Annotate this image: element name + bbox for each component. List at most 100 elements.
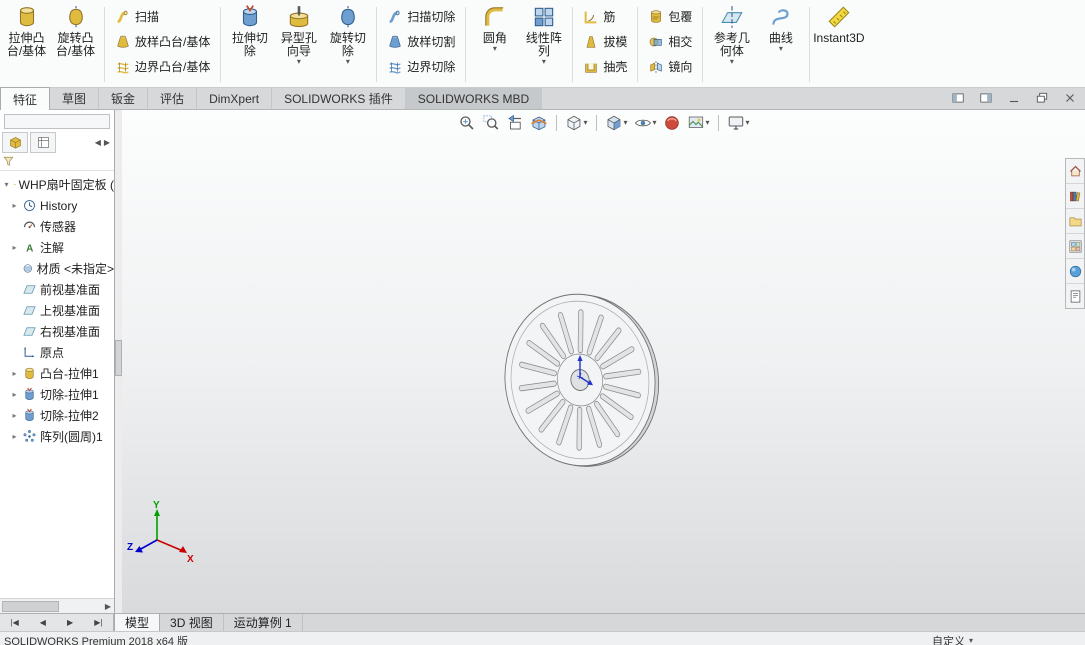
ribbon-button-loft-cut[interactable]: 放样切割 bbox=[385, 30, 457, 53]
document-tab-model[interactable]: 模型 bbox=[114, 614, 161, 631]
fan-plate-model[interactable] bbox=[465, 265, 695, 495]
dropdown-caret-icon[interactable]: ▾ bbox=[730, 58, 734, 66]
ribbon-button-sweep[interactable]: 扫描 bbox=[113, 5, 212, 28]
tab-mbd[interactable]: SOLIDWORKS MBD bbox=[405, 88, 543, 109]
tree-item-front-plane[interactable]: 前视基准面 bbox=[0, 279, 114, 300]
ribbon-button-fillet[interactable]: 圆角 ▾ bbox=[470, 2, 519, 87]
expander-icon[interactable]: ▸ bbox=[10, 369, 19, 378]
dropdown-caret-icon[interactable]: ▾ bbox=[746, 119, 750, 127]
featuremanager-tree-button[interactable] bbox=[2, 132, 28, 153]
dropdown-caret-icon[interactable]: ▾ bbox=[583, 119, 587, 127]
customize-button[interactable]: 自定义 bbox=[932, 633, 965, 645]
appearances-tab[interactable] bbox=[1066, 259, 1084, 284]
section-view-button[interactable] bbox=[528, 113, 548, 133]
ribbon-button-instant3d[interactable]: Instant3D bbox=[813, 2, 865, 87]
scroll-first-button[interactable]: |◀ bbox=[11, 618, 19, 627]
dropdown-caret-icon[interactable]: ▾ bbox=[346, 58, 350, 66]
view-orientation-button[interactable]: ▾ bbox=[563, 113, 588, 133]
tree-horizontal-scrollbar[interactable]: ▶ bbox=[0, 598, 114, 613]
expander-icon[interactable]: ▸ bbox=[10, 432, 19, 441]
panel-back-arrow[interactable]: ◀ bbox=[95, 138, 101, 147]
view-palette-tab[interactable] bbox=[1066, 234, 1084, 259]
zoom-fit-button[interactable] bbox=[456, 113, 476, 133]
ribbon-button-boundary-cut[interactable]: 边界切除 bbox=[385, 55, 457, 78]
tree-item-right-plane[interactable]: 右视基准面 bbox=[0, 321, 114, 342]
display-style-button[interactable]: ▾ bbox=[603, 113, 628, 133]
tree-item-top-plane[interactable]: 上视基准面 bbox=[0, 300, 114, 321]
dropdown-caret-icon[interactable]: ▾ bbox=[542, 58, 546, 66]
expander-icon[interactable]: ▾ bbox=[2, 180, 11, 189]
ribbon-button-extrude-boss[interactable]: 拉伸凸 台/基体 bbox=[2, 2, 51, 87]
view-settings-button[interactable]: ▾ bbox=[726, 113, 751, 133]
ribbon-button-loft[interactable]: 放样凸台/基体 bbox=[113, 30, 212, 53]
tab-features[interactable]: 特征 bbox=[0, 87, 51, 110]
ribbon-button-sweep-cut[interactable]: 扫描切除 bbox=[385, 5, 457, 28]
ribbon-button-linear-pattern[interactable]: 线性阵列 ▾ bbox=[519, 2, 568, 87]
tree-item-sensors[interactable]: 传感器 bbox=[0, 216, 114, 237]
tree-item-boss-extrude1[interactable]: ▸ 凸台-拉伸1 bbox=[0, 363, 114, 384]
document-tab-3d-views[interactable]: 3D 视图 bbox=[160, 614, 224, 631]
design-library-tab[interactable] bbox=[1066, 184, 1084, 209]
tree-item-cut-extrude2[interactable]: ▸ 切除-拉伸2 bbox=[0, 405, 114, 426]
ribbon-button-hole-wizard[interactable]: 异型孔 向导 ▾ bbox=[274, 2, 323, 87]
ribbon-button-curves[interactable]: 曲线 ▾ bbox=[756, 2, 805, 87]
scroll-last-button[interactable]: ▶| bbox=[94, 618, 102, 627]
dropdown-caret-icon[interactable]: ▾ bbox=[297, 58, 301, 66]
panel-forward-arrow[interactable]: ▶ bbox=[104, 138, 110, 147]
tab-addins[interactable]: SOLIDWORKS 插件 bbox=[272, 88, 406, 109]
ribbon-button-extrude-cut[interactable]: 拉伸切除 bbox=[225, 2, 274, 87]
ribbon-button-intersect[interactable]: 相交 bbox=[646, 30, 694, 53]
close-button[interactable] bbox=[1061, 90, 1079, 106]
display-pane-button[interactable] bbox=[30, 132, 56, 153]
pane-right-button[interactable] bbox=[977, 90, 995, 106]
ribbon-button-revolve-boss[interactable]: 旋转凸 台/基体 bbox=[51, 2, 100, 87]
scroll-previous-button[interactable]: ◀ bbox=[40, 618, 46, 627]
ribbon-button-rib[interactable]: 筋 bbox=[581, 5, 629, 28]
tree-item-material[interactable]: 材质 <未指定> bbox=[0, 258, 114, 279]
expander-icon[interactable]: ▸ bbox=[10, 201, 19, 210]
tree-item-circular-pattern1[interactable]: ▸ 阵列(圆周)1 bbox=[0, 426, 114, 447]
dropdown-caret-icon[interactable]: ▾ bbox=[623, 119, 627, 127]
ribbon-button-draft[interactable]: 拔模 bbox=[581, 30, 629, 53]
ribbon-button-mirror[interactable]: 镜向 bbox=[646, 55, 694, 78]
tree-item-cut-extrude1[interactable]: ▸ 切除-拉伸1 bbox=[0, 384, 114, 405]
graphics-area[interactable]: ▾ ▾ ▾ ▾ ▾ Y X Z bbox=[122, 110, 1085, 613]
zoom-area-button[interactable] bbox=[480, 113, 500, 133]
ribbon-button-revolve-cut[interactable]: 旋转切除 ▾ bbox=[323, 2, 372, 87]
dropdown-caret-icon[interactable]: ▾ bbox=[493, 45, 497, 53]
hide-show-items-button[interactable]: ▾ bbox=[632, 113, 657, 133]
minimize-button[interactable] bbox=[1005, 90, 1023, 106]
ribbon-button-reference-geometry[interactable]: 参考几 何体 ▾ bbox=[707, 2, 756, 87]
file-explorer-tab[interactable] bbox=[1066, 209, 1084, 234]
dropdown-caret-icon[interactable]: ▾ bbox=[652, 119, 656, 127]
ribbon-button-boundary[interactable]: 边界凸台/基体 bbox=[113, 55, 212, 78]
tree-item-history[interactable]: ▸ History bbox=[0, 195, 114, 216]
scroll-next-button[interactable]: ▶ bbox=[67, 618, 73, 627]
panel-splitter-handle[interactable] bbox=[115, 340, 122, 376]
ribbon-button-shell[interactable]: 抽壳 bbox=[581, 55, 629, 78]
tree-item-origin[interactable]: 原点 bbox=[0, 342, 114, 363]
scroll-right-arrow-icon[interactable]: ▶ bbox=[105, 602, 114, 611]
edit-appearance-button[interactable] bbox=[662, 113, 682, 133]
resources-tab[interactable] bbox=[1066, 159, 1084, 184]
tab-dimxpert[interactable]: DimXpert bbox=[197, 88, 273, 109]
tree-item-annotations[interactable]: ▸ A 注解 bbox=[0, 237, 114, 258]
custom-properties-tab[interactable] bbox=[1066, 284, 1084, 308]
expander-icon[interactable]: ▸ bbox=[10, 411, 19, 420]
panel-tab-strip[interactable] bbox=[4, 114, 110, 129]
tab-sketch[interactable]: 草图 bbox=[50, 88, 100, 109]
expander-icon[interactable]: ▸ bbox=[10, 243, 19, 252]
expander-icon[interactable]: ▸ bbox=[10, 390, 19, 399]
ribbon-button-wrap[interactable]: 包覆 bbox=[646, 5, 694, 28]
tree-item-part-root[interactable]: ▾ WHP扇叶固定板 ( bbox=[0, 174, 114, 195]
tab-evaluate[interactable]: 评估 bbox=[148, 88, 198, 109]
dropdown-caret-icon[interactable]: ▾ bbox=[779, 45, 783, 53]
previous-view-button[interactable] bbox=[504, 113, 524, 133]
pane-left-button[interactable] bbox=[949, 90, 967, 106]
tab-sheet-metal[interactable]: 钣金 bbox=[99, 88, 149, 109]
restore-button[interactable] bbox=[1033, 90, 1051, 106]
scrollbar-thumb[interactable] bbox=[2, 600, 59, 612]
dropdown-caret-icon[interactable]: ▾ bbox=[706, 119, 710, 127]
apply-scene-button[interactable]: ▾ bbox=[686, 113, 711, 133]
document-tab-motion-study-1[interactable]: 运动算例 1 bbox=[224, 614, 303, 631]
